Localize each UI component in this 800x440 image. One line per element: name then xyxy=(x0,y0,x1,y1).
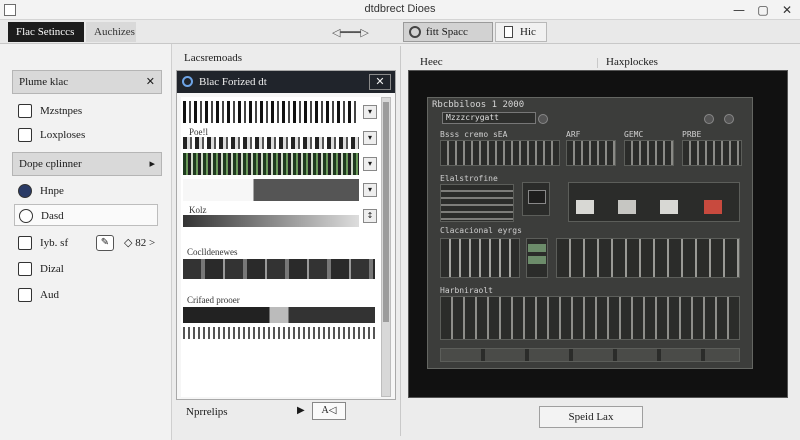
resize-arrows-icon[interactable]: ◁━━━▷ xyxy=(332,26,390,39)
divider xyxy=(597,58,598,68)
sidebar-item-label: Dasd xyxy=(41,210,64,222)
hic-label: Hic xyxy=(520,26,536,38)
checkbox-icon xyxy=(18,262,32,276)
sidebar-group-plume[interactable]: Plume klac ✕ xyxy=(12,70,162,94)
sidebar-item-iyb[interactable]: Iyb. sf ✎ ◇ 82 > xyxy=(14,232,164,254)
close-window-button[interactable]: ✕ xyxy=(776,2,798,18)
dropdown-icon[interactable]: ▾ xyxy=(363,105,377,119)
panel-body: ▾ Poe!l ▾ ▾ ▾ Kolz ↕ Coclldenewes Crifae… xyxy=(181,97,381,397)
module-label: Bsss cremo sEA xyxy=(440,130,508,139)
toolbar: Flac Setinccs Auchizes ◁━━━▷ fitt Spacc … xyxy=(0,20,800,44)
stepper-icon[interactable]: ↕ xyxy=(363,209,377,223)
speed-button[interactable]: Speid Lax xyxy=(539,406,643,428)
knob-icon xyxy=(704,114,714,124)
sidebar-item-dasd[interactable]: Dasd xyxy=(14,204,158,226)
panel-icon xyxy=(182,76,193,87)
fit-icon xyxy=(409,26,421,38)
sidebar-item-label: Dizal xyxy=(40,263,64,275)
sidebar-item-loxploses[interactable]: Loxploses xyxy=(14,124,85,146)
hic-button[interactable]: Hic xyxy=(495,22,547,42)
chevron-right-icon[interactable]: ▸ xyxy=(149,153,155,175)
sidebar-item-hnpe[interactable]: Hnpe xyxy=(14,180,64,202)
user-icon xyxy=(18,184,32,198)
value-badge: ◇ 82 > xyxy=(124,237,156,249)
grid-icon xyxy=(18,128,32,142)
scrollbar[interactable] xyxy=(381,97,391,397)
module-label: GEMC xyxy=(624,130,644,139)
device-screen: Rbcbbiloos 1 2000 Mzzzcrygatt Bsss cremo… xyxy=(427,97,753,369)
module-label: Elalstrofine xyxy=(440,174,498,183)
sidebar-item-dizal[interactable]: Dizal xyxy=(14,258,64,280)
list-item[interactable] xyxy=(183,307,377,323)
sidebar-item-label: Mzstnpes xyxy=(40,105,83,117)
list-item[interactable]: Kolz ↕ xyxy=(183,205,377,227)
divider xyxy=(400,46,401,436)
audio-icon xyxy=(18,288,32,302)
right-header-right: Haxplockes xyxy=(606,56,658,68)
middle-header: Lacsremoads xyxy=(184,52,243,64)
module-label: Clacacional eyrgs xyxy=(440,226,522,235)
module-label: Harbniraolt xyxy=(440,286,493,295)
minimize-button[interactable]: — xyxy=(728,2,750,18)
dropdown-icon[interactable]: ▾ xyxy=(363,157,377,171)
radio-icon xyxy=(19,209,33,223)
footer-button[interactable]: A◁ xyxy=(312,402,346,420)
sidebar-item-label: Hnpe xyxy=(40,185,64,197)
list-item[interactable]: Poe!l ▾ xyxy=(183,127,377,149)
sidebar-group-label: Plume klac xyxy=(19,76,69,88)
section-label: Coclldenewes xyxy=(187,247,238,257)
title-bar: dtdbrect Dioes — ▢ ✕ xyxy=(0,0,800,20)
sidebar-group-dope[interactable]: Dope cplinner ▸ xyxy=(12,152,162,176)
tab-flac-settings[interactable]: Flac Setinccs xyxy=(8,22,84,42)
list-item[interactable]: ▾ xyxy=(183,153,377,175)
module-label: PRBE xyxy=(682,130,702,139)
screen-title: Rbcbbiloos 1 2000 xyxy=(432,100,525,110)
maximize-button[interactable]: ▢ xyxy=(752,2,774,18)
section-label: Crifaed prooer xyxy=(187,295,240,305)
app-window: dtdbrect Dioes — ▢ ✕ Flac Setinccs Auchi… xyxy=(0,0,800,440)
window-title: dtdbrect Dioes xyxy=(364,3,436,15)
search-icon xyxy=(18,236,32,250)
tab-auchizes[interactable]: Auchizes xyxy=(86,22,136,42)
pencil-icon[interactable]: ✎ xyxy=(96,235,114,251)
list-item[interactable]: ▾ xyxy=(183,101,377,123)
list-item[interactable] xyxy=(183,259,377,279)
sidebar-item-label: Loxploses xyxy=(40,129,86,141)
sidebar-item-label: Aud xyxy=(40,289,59,301)
right-header-left: Heec xyxy=(420,56,443,68)
preview-image: Rbcbbiloos 1 2000 Mzzzcrygatt Bsss cremo… xyxy=(408,70,788,398)
document-icon xyxy=(504,26,513,38)
fit-space-label: fitt Spacc xyxy=(426,26,468,38)
module-label: ARF xyxy=(566,130,581,139)
knob-icon xyxy=(724,114,734,124)
sidebar: Plume klac ✕ Mzstnpes Loxploses Dope cpl… xyxy=(0,44,172,440)
scrollbar-thumb[interactable] xyxy=(383,102,389,322)
sidebar-group-label: Dope cplinner xyxy=(19,158,82,170)
panel-close-button[interactable]: ✕ xyxy=(369,74,391,90)
sidebar-item-aud[interactable]: Aud xyxy=(14,284,59,306)
close-icon[interactable]: ✕ xyxy=(146,71,155,93)
footer-label: Nprrelips xyxy=(186,406,228,418)
dropdown-icon[interactable]: ▾ xyxy=(363,131,377,145)
list-item[interactable] xyxy=(183,327,377,339)
sidebar-item-mzstnpes[interactable]: Mzstnpes xyxy=(14,100,82,122)
panel-header: Blac Forized dt ✕ xyxy=(177,71,395,93)
status-pad xyxy=(704,200,722,214)
row-label: Poe!l xyxy=(189,127,208,137)
knob-icon xyxy=(538,114,548,124)
row-label: Kolz xyxy=(189,205,207,215)
list-item[interactable]: ▾ xyxy=(183,179,377,201)
panel-title: Blac Forized dt xyxy=(199,76,267,88)
play-icon[interactable]: ▶ xyxy=(297,405,305,416)
dropdown-icon[interactable]: ▾ xyxy=(363,183,377,197)
fit-space-button[interactable]: fitt Spacc xyxy=(403,22,493,42)
flag-icon xyxy=(18,104,32,118)
panel: Blac Forized dt ✕ ▾ Poe!l ▾ ▾ ▾ Kolz ↕ C… xyxy=(176,70,396,400)
screen-field: Mzzzcrygatt xyxy=(442,112,536,124)
sidebar-item-label: Iyb. sf xyxy=(40,237,69,249)
